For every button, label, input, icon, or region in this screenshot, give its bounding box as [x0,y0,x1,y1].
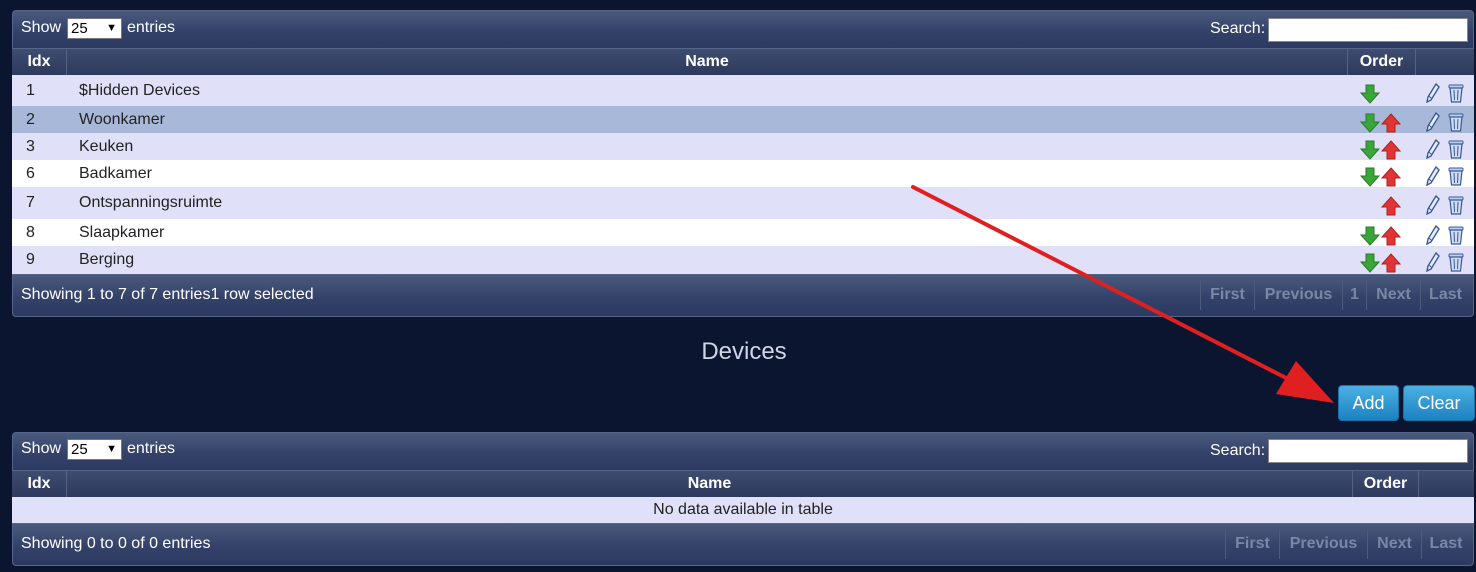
devices-table-footer: Showing 0 to 0 of 0 entries First Previo… [12,523,1474,566]
show-label: Show [21,19,62,36]
devices-table-toolbar: Show 25 ▼ entries Search: [12,432,1474,471]
row-idx: 8 [26,223,35,241]
pagination-first[interactable]: First [1200,280,1254,310]
page-size-select[interactable]: 25 ▼ [67,439,122,460]
row-name: Slaapkamer [79,223,165,241]
pagination-last[interactable]: Last [1420,280,1470,310]
entries-label: entries [127,440,176,457]
search-label: Search: [1210,20,1266,37]
edit-pencil-icon[interactable] [1426,194,1440,220]
clear-button[interactable]: Clear [1403,385,1475,421]
row-idx: 9 [26,251,35,268]
search-input[interactable] [1268,439,1468,463]
chevron-down-icon: ▼ [106,22,117,34]
edit-pencil-icon[interactable] [1426,82,1440,108]
pagination-first[interactable]: First [1225,529,1279,559]
row-idx: 6 [26,164,35,182]
table-info: Showing 1 to 7 of 7 entries1 row selecte… [21,286,314,303]
table-row[interactable]: 1 $Hidden Devices [12,75,1474,106]
column-header-order[interactable]: Order [1353,471,1419,497]
chevron-down-icon: ▼ [106,443,117,455]
column-header-idx[interactable]: Idx [12,471,67,497]
row-name: Berging [79,251,135,268]
devices-table-panel: Show 25 ▼ entries Search: Idx Name Order… [12,432,1474,566]
page-size-value: 25 [71,441,88,458]
plans-table-panel: Show 25 ▼ entries Search: Idx Name Order… [12,10,1474,317]
table-row[interactable]: 6 Badkamer [12,160,1474,187]
pagination-last[interactable]: Last [1421,529,1470,559]
column-header-order[interactable]: Order [1348,49,1416,75]
pagination: First Previous 1 Next Last [1200,280,1470,310]
row-name: Ontspanningsruimte [79,194,223,211]
trash-bin-icon[interactable] [1448,195,1464,220]
row-name: Badkamer [79,164,152,182]
empty-message: No data available in table [653,501,833,518]
row-name: Keuken [79,137,134,155]
row-name: Woonkamer [79,110,165,128]
row-name: $Hidden Devices [79,81,200,99]
table-row[interactable]: 7 Ontspanningsruimte [12,187,1474,219]
devices-title: Devices [701,338,787,365]
page-size-select[interactable]: 25 ▼ [67,18,122,39]
pagination-page-1[interactable]: 1 [1342,280,1366,310]
column-header-actions [1419,471,1474,497]
column-header-idx[interactable]: Idx [12,49,67,75]
column-header-name[interactable]: Name [67,471,1353,497]
show-label: Show [21,440,62,457]
pagination-previous[interactable]: Previous [1254,280,1342,310]
row-idx: 2 [26,110,35,128]
table-row[interactable]: 2 Woonkamer [12,106,1474,133]
empty-row: No data available in table [12,497,1474,523]
plans-table-footer: Showing 1 to 7 of 7 entries1 row selecte… [12,274,1474,317]
pagination-next[interactable]: Next [1367,529,1421,559]
trash-bin-icon[interactable] [1448,83,1464,108]
plans-table-toolbar: Show 25 ▼ entries Search: [12,10,1474,49]
column-header-actions [1416,49,1474,75]
row-idx: 7 [26,194,35,211]
arrow-up-icon[interactable] [1380,196,1402,221]
row-idx: 3 [26,137,35,155]
pagination-next[interactable]: Next [1366,280,1420,310]
pagination: First Previous Next Last [1225,529,1470,559]
devices-table-header: Idx Name Order [12,471,1474,498]
table-row[interactable]: 8 Slaapkamer [12,219,1474,246]
entries-label: entries [127,19,176,36]
search-label: Search: [1210,442,1266,459]
table-row[interactable]: 9 Berging [12,246,1474,274]
column-header-name[interactable]: Name [67,49,1348,75]
plans-table-header: Idx Name Order [12,49,1474,76]
search-input[interactable] [1268,18,1468,42]
page-size-value: 25 [71,20,88,37]
pagination-previous[interactable]: Previous [1279,529,1367,559]
add-button[interactable]: Add [1338,385,1399,421]
table-info: Showing 0 to 0 of 0 entries [21,535,211,552]
table-row[interactable]: 3 Keuken [12,133,1474,160]
row-idx: 1 [26,81,35,99]
